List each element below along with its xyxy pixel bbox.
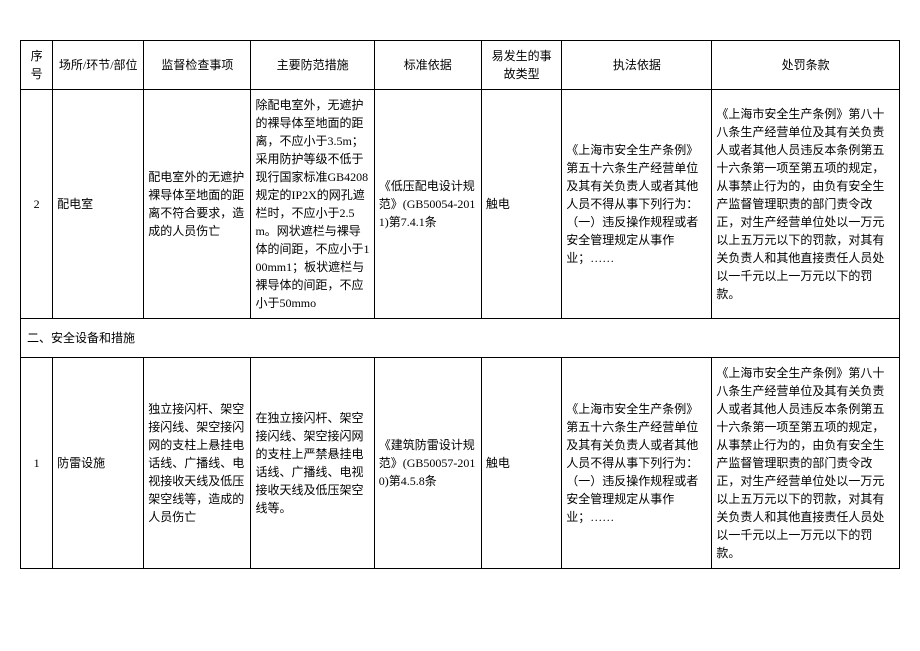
- cell-basis: 《上海市安全生产条例》第五十六条生产经营单位及其有关负责人或者其他人员不得从事下…: [562, 90, 712, 319]
- cell-place: 防雷设施: [53, 358, 144, 569]
- cell-seq: 1: [21, 358, 53, 569]
- header-inspect: 监督检查事项: [144, 41, 251, 90]
- cell-prevent: 在独立接闪杆、架空接闪线、架空接闪网的支柱上严禁悬挂电话线、广播线、电视接收天线…: [251, 358, 374, 569]
- cell-accident: 触电: [481, 90, 561, 319]
- cell-penalty: 《上海市安全生产条例》第八十八条生产经营单位及其有关负责人或者其他人员违反本条例…: [712, 90, 900, 319]
- cell-standard: 《建筑防雷设计规范》(GB50057-2010)第4.5.8条: [374, 358, 481, 569]
- cell-seq: 2: [21, 90, 53, 319]
- section-row: 二、安全设备和措施: [21, 319, 900, 358]
- cell-place: 配电室: [53, 90, 144, 319]
- section-title: 二、安全设备和措施: [21, 319, 900, 358]
- cell-standard: 《低压配电设计规范》(GB50054-2011)第7.4.1条: [374, 90, 481, 319]
- cell-basis: 《上海市安全生产条例》第五十六条生产经营单位及其有关负责人或者其他人员不得从事下…: [562, 358, 712, 569]
- table-row: 2 配电室 配电室外的无遮护裸导体至地面的距离不符合要求，造成的人员伤亡 除配电…: [21, 90, 900, 319]
- header-standard: 标准依据: [374, 41, 481, 90]
- header-penalty: 处罚条款: [712, 41, 900, 90]
- header-seq: 序号: [21, 41, 53, 90]
- regulation-table: 序号 场所/环节/部位 监督检查事项 主要防范措施 标准依据 易发生的事故类型 …: [20, 40, 900, 569]
- cell-prevent: 除配电室外，无遮护的裸导体至地面的距离，不应小于3.5m；采用防护等级不低于现行…: [251, 90, 374, 319]
- cell-penalty: 《上海市安全生产条例》第八十八条生产经营单位及其有关负责人或者其他人员违反本条例…: [712, 358, 900, 569]
- table-header-row: 序号 场所/环节/部位 监督检查事项 主要防范措施 标准依据 易发生的事故类型 …: [21, 41, 900, 90]
- cell-inspect: 独立接闪杆、架空接闪线、架空接闪网的支柱上悬挂电话线、广播线、电视接收天线及低压…: [144, 358, 251, 569]
- header-accident: 易发生的事故类型: [481, 41, 561, 90]
- header-prevent: 主要防范措施: [251, 41, 374, 90]
- cell-accident: 触电: [481, 358, 561, 569]
- cell-inspect: 配电室外的无遮护裸导体至地面的距离不符合要求，造成的人员伤亡: [144, 90, 251, 319]
- header-place: 场所/环节/部位: [53, 41, 144, 90]
- header-basis: 执法依据: [562, 41, 712, 90]
- table-row: 1 防雷设施 独立接闪杆、架空接闪线、架空接闪网的支柱上悬挂电话线、广播线、电视…: [21, 358, 900, 569]
